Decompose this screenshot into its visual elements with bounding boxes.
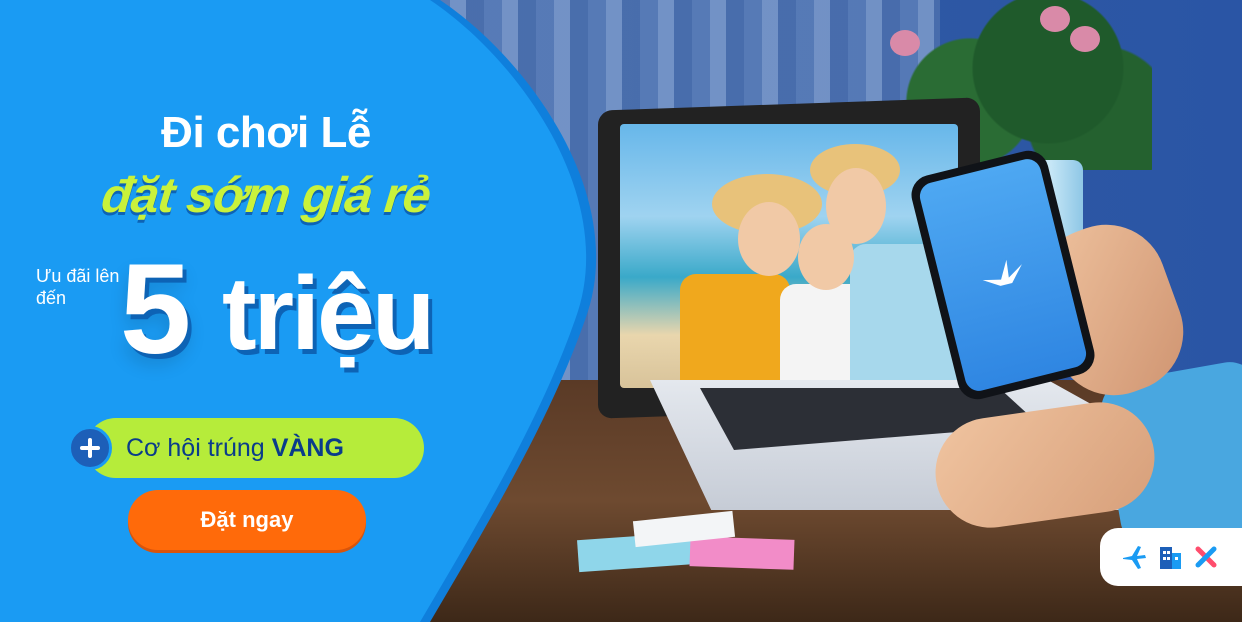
book-now-button[interactable]: Đặt ngay — [128, 490, 366, 550]
bird-logo-icon — [982, 259, 1022, 286]
sticky-note — [689, 536, 795, 570]
offer-amount: 5 — [120, 238, 191, 381]
plus-icon — [68, 426, 112, 470]
gold-emphasis: VÀNG — [271, 433, 344, 462]
face — [826, 168, 886, 244]
flower — [890, 30, 920, 56]
airplane-icon — [1123, 546, 1146, 569]
headline: Đi chơi Lễ — [161, 108, 371, 157]
activities-icon — [1195, 546, 1217, 568]
gold-chance-badge: Cơ hội trúng VÀNG — [86, 418, 424, 478]
service-icons — [1100, 528, 1242, 586]
shirt — [680, 274, 790, 388]
promo-banner[interactable]: Đi chơi Lễ đặt sớm giá rẻ Ưu đãi lên đến… — [0, 0, 1242, 622]
headline-highlight: đặt sớm giá rẻ — [99, 167, 433, 223]
laptop-photo — [620, 124, 958, 388]
flower — [1040, 6, 1070, 32]
hotel-icon — [1160, 547, 1181, 569]
offer-label: Ưu đãi lên đến — [36, 266, 120, 308]
face — [738, 202, 800, 276]
flower — [1070, 26, 1100, 52]
offer-unit: triệu — [222, 256, 435, 372]
gold-text: Cơ hội trúng — [126, 433, 265, 462]
